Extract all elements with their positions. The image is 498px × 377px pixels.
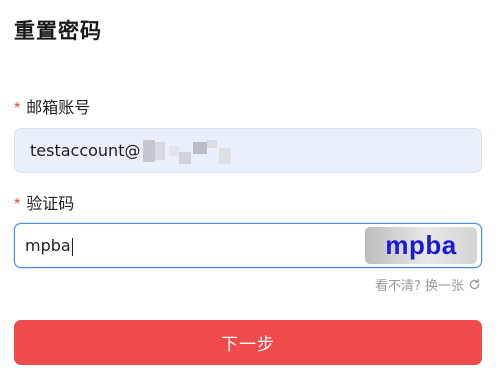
code-label: * 验证码 [14, 190, 74, 214]
redacted-email-mask [141, 138, 241, 166]
captcha-input[interactable]: mpba mpba [14, 223, 482, 268]
required-mark: * [14, 100, 21, 117]
refresh-icon [469, 278, 480, 290]
email-value: testaccount@ [30, 141, 141, 160]
refresh-captcha-link[interactable]: 看不清? 换一张 [375, 275, 481, 294]
required-mark: * [14, 196, 21, 213]
captcha-image-text: mpba [385, 230, 457, 260]
refresh-captcha-text: 看不清? 换一张 [374, 279, 464, 294]
page-title: 重置密码 [14, 19, 102, 43]
email-field[interactable]: testaccount@ [14, 128, 482, 173]
next-step-button[interactable]: 下一步 [14, 320, 482, 365]
email-label-text: 邮箱账号 [26, 98, 91, 117]
email-label: * 邮箱账号 [14, 94, 90, 118]
captcha-image[interactable]: mpba [365, 227, 477, 264]
captcha-input-value: mpba [25, 224, 73, 267]
code-label-text: 验证码 [26, 194, 75, 213]
